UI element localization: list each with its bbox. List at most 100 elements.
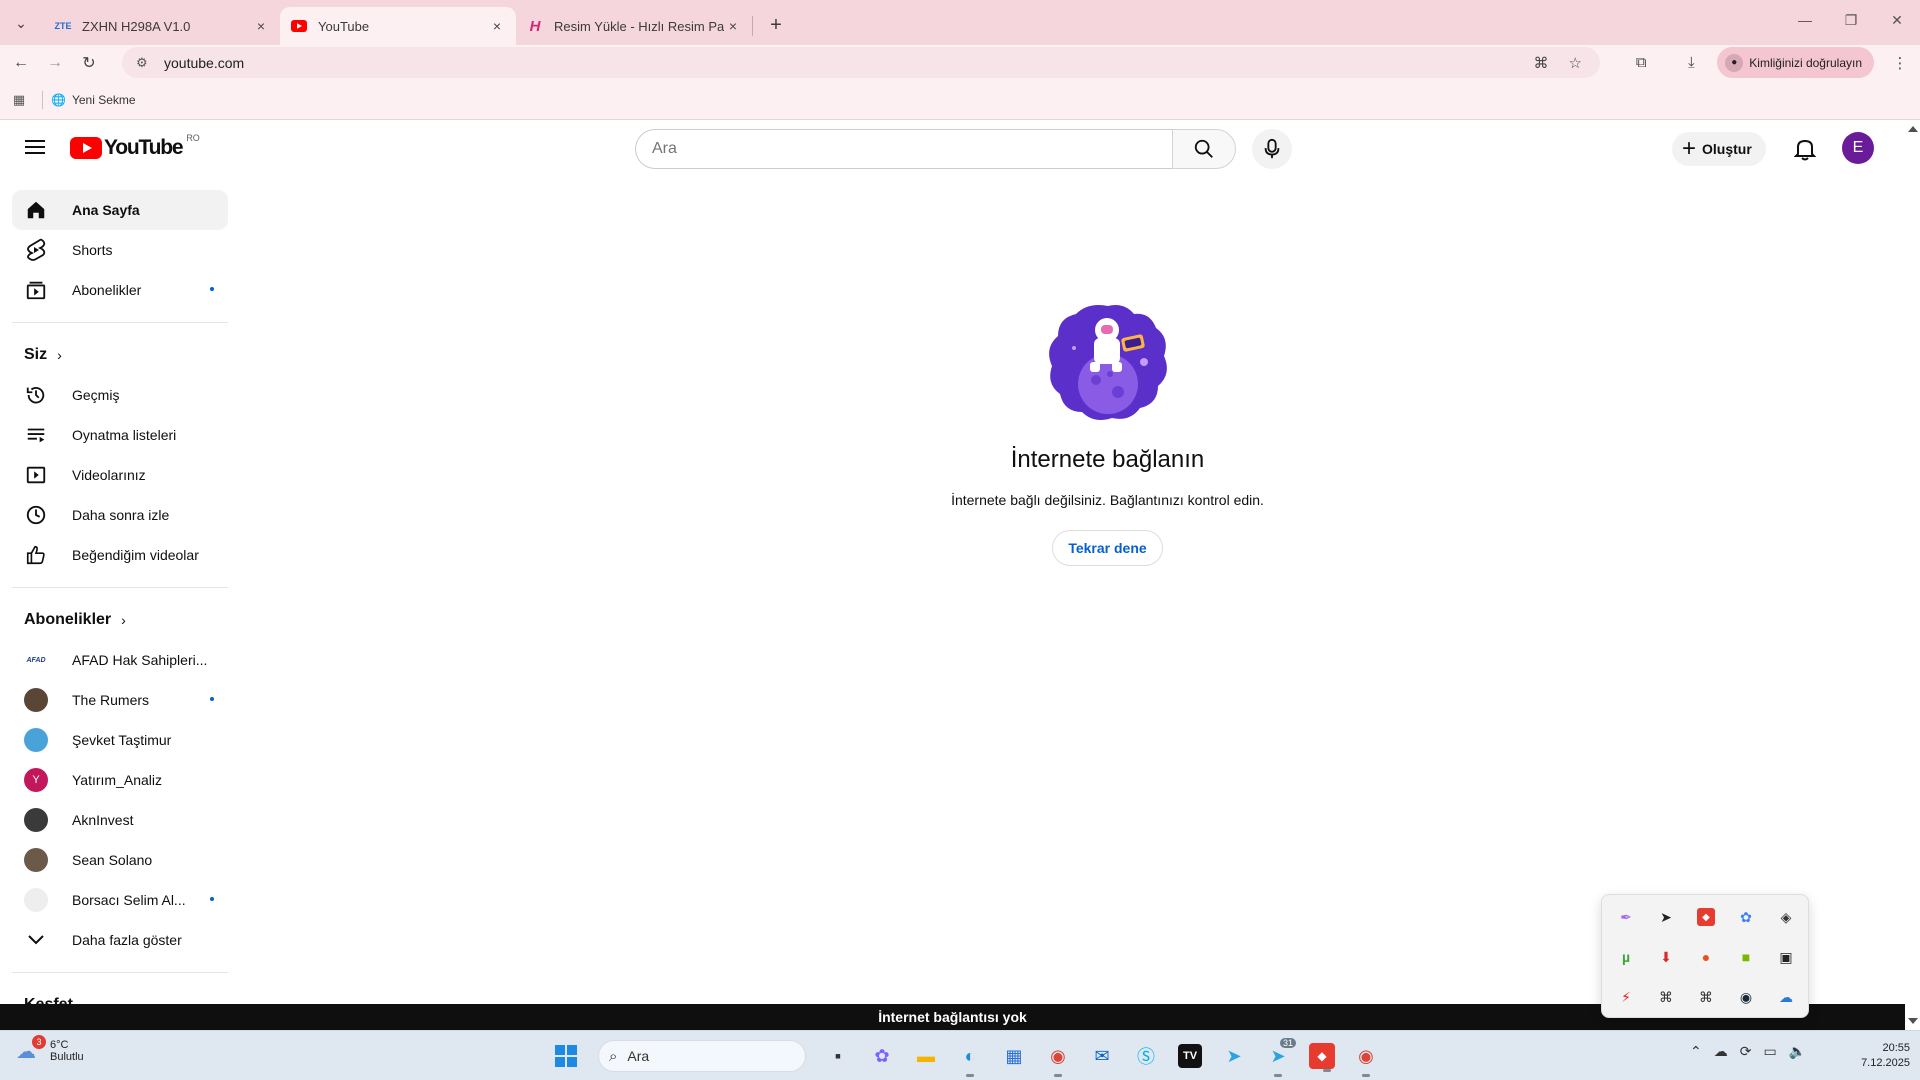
tab-resim-yukle[interactable]: H Resim Yükle - Hızlı Resim Paylaş × <box>516 7 752 45</box>
app-tray-icon-2[interactable]: ⌘ <box>1686 977 1726 1017</box>
close-tab-icon[interactable]: × <box>252 18 270 34</box>
sidebar-channel-borsaci-selim[interactable]: Borsacı Selim Al... <box>12 880 228 920</box>
close-window-icon[interactable]: ✕ <box>1874 0 1920 40</box>
address-bar[interactable]: ⚙ youtube.com ⌘ ☆ <box>122 47 1600 78</box>
translate-icon[interactable]: ⌘ <box>1534 54 1549 72</box>
minimize-icon[interactable]: — <box>1782 0 1828 40</box>
network-tray-icon[interactable]: ◈ <box>1766 897 1806 937</box>
onedrive-icon[interactable]: ☁ <box>1714 1043 1728 1060</box>
extensions-icon[interactable]: ⧉ <box>1621 48 1661 78</box>
scroll-up-icon[interactable] <box>1908 126 1918 132</box>
sidebar-heading-you[interactable]: Siz › <box>12 335 228 375</box>
youtube-favicon-icon <box>290 17 308 35</box>
ea-tray-icon[interactable]: ● <box>1686 937 1726 977</box>
voice-search-button[interactable] <box>1252 129 1292 169</box>
sync-icon[interactable]: ⟳ <box>1740 1043 1752 1060</box>
sidebar-item-label: Shorts <box>72 242 113 258</box>
download-manager-tray-icon[interactable]: ⬇ <box>1646 937 1686 977</box>
tab-search-button[interactable]: ⌄ <box>6 8 36 38</box>
sidebar-channel-sevket[interactable]: Şevket Taştimur <box>12 720 228 760</box>
sidebar-item-history[interactable]: Geçmiş <box>12 375 228 415</box>
reload-icon[interactable]: ↻ <box>72 48 106 78</box>
account-avatar[interactable]: E <box>1842 132 1874 164</box>
edge-icon[interactable]: ◐ <box>952 1038 988 1077</box>
bookmark-star-icon[interactable]: ☆ <box>1569 54 1582 72</box>
steam-tray-icon[interactable]: ◉ <box>1726 977 1766 1017</box>
sidebar-item-playlists[interactable]: Oynatma listeleri <box>12 415 228 455</box>
telegram-icon[interactable]: ➤ <box>1216 1038 1252 1074</box>
sidebar-channel-yatirim[interactable]: Y Yatırım_Analiz <box>12 760 228 800</box>
site-settings-icon[interactable]: ⚙ <box>136 55 152 71</box>
outlook-icon[interactable]: ✉ <box>1084 1038 1120 1074</box>
bookmark-new-tab[interactable]: 🌐 Yeni Sekme <box>51 93 136 107</box>
pen-app-icon[interactable]: ✒ <box>1606 897 1646 937</box>
taskbar-search[interactable]: ⌕ Ara <box>598 1040 806 1072</box>
task-view-icon[interactable]: ▪ <box>820 1038 856 1074</box>
sidebar-heading-subscriptions[interactable]: Abonelikler › <box>12 600 228 640</box>
profile-button[interactable]: ● Kimliğinizi doğrulayın <box>1717 47 1874 78</box>
chrome-menu-icon[interactable]: ⋮ <box>1880 48 1920 78</box>
volume-icon[interactable]: 🔈 <box>1789 1043 1806 1060</box>
tab-title: YouTube <box>318 18 370 34</box>
sidebar-channel-sean-solano[interactable]: Sean Solano <box>12 840 228 880</box>
sidebar-item-subscriptions[interactable]: Abonelikler <box>12 270 228 310</box>
new-tab-button[interactable]: + <box>761 10 791 40</box>
anydesk-icon[interactable]: ◆ <box>1309 1043 1335 1072</box>
window-controls: — ❐ ✕ <box>1782 0 1920 40</box>
skype-icon[interactable]: Ⓢ <box>1128 1038 1164 1074</box>
sidebar-item-home[interactable]: Ana Sayfa <box>12 190 228 230</box>
sidebar-item-your-videos[interactable]: Videolarınız <box>12 455 228 495</box>
tab-title: ZXHN H298A V1.0 <box>82 18 191 34</box>
back-icon[interactable]: ← <box>4 48 38 78</box>
notifications-button[interactable] <box>1788 132 1822 166</box>
utorrent-tray-icon[interactable]: µ <box>1606 937 1646 977</box>
sidebar-channel-the-rumers[interactable]: The Rumers <box>12 680 228 720</box>
restore-icon[interactable]: ❐ <box>1828 0 1874 40</box>
chrome-profile-icon[interactable]: ◉ <box>1348 1038 1384 1077</box>
search-input[interactable] <box>635 129 1172 169</box>
create-button[interactable]: + Oluştur <box>1672 132 1766 166</box>
flash-tray-icon[interactable]: ⚡ <box>1606 977 1646 1017</box>
channel-name: Borsacı Selim Al... <box>72 892 186 908</box>
close-tab-icon[interactable]: × <box>488 18 506 34</box>
network-icon[interactable]: ▭ <box>1763 1043 1776 1060</box>
scroll-down-icon[interactable] <box>1908 1018 1918 1024</box>
copilot-tray-icon[interactable]: ✿ <box>1726 897 1766 937</box>
anydesk-tray-icon[interactable]: ◆ <box>1697 908 1715 926</box>
windows-start-icon[interactable] <box>548 1038 584 1074</box>
file-explorer-icon[interactable]: ▬ <box>908 1038 944 1074</box>
tradingview-icon[interactable]: TV <box>1178 1044 1202 1068</box>
system-clock[interactable]: 20:55 7.12.2025 <box>1861 1041 1910 1071</box>
sidebar-item-liked[interactable]: Beğendiğim videolar <box>12 535 228 575</box>
microsoft-store-icon[interactable]: ▦ <box>996 1038 1032 1074</box>
weather-widget[interactable]: ☁ 3 6°C Bulutlu <box>16 1035 84 1063</box>
app-tray-icon-1[interactable]: ⌘ <box>1646 977 1686 1017</box>
sidebar-channel-akninvest[interactable]: AknInvest <box>12 800 228 840</box>
download-icon[interactable]: ⤓ <box>1671 48 1711 78</box>
tab-router[interactable]: ZTE ZXHN H298A V1.0 × <box>44 7 280 45</box>
tray-overflow-chevron-icon[interactable]: ⌃ <box>1690 1043 1702 1060</box>
sidebar-item-watch-later[interactable]: Daha sonra izle <box>12 495 228 535</box>
watch-later-icon <box>24 503 48 527</box>
telegram-badge-icon[interactable]: ➤ 31 <box>1260 1038 1296 1077</box>
menu-icon[interactable] <box>20 136 50 160</box>
close-tab-icon[interactable]: × <box>724 18 742 34</box>
apps-grid-icon[interactable]: ▦ <box>0 92 38 108</box>
onedrive-warning-tray-icon[interactable]: ☁ <box>1766 977 1806 1017</box>
page-scrollbar[interactable] <box>1905 120 1920 1030</box>
telegram-tray-icon[interactable]: ➤ <box>1646 897 1686 937</box>
epic-games-tray-icon[interactable]: ▣ <box>1766 937 1806 977</box>
channel-avatar <box>24 688 48 712</box>
sidebar-item-shorts[interactable]: Shorts <box>12 230 228 270</box>
search-button[interactable] <box>1172 129 1236 169</box>
sidebar-channel-afad[interactable]: AFAD AFAD Hak Sahipleri... <box>12 640 228 680</box>
sidebar-show-more[interactable]: Daha fazla göster <box>12 920 228 960</box>
chrome-icon[interactable]: ◉ <box>1040 1038 1076 1077</box>
tab-youtube[interactable]: YouTube × <box>280 7 516 45</box>
forward-icon[interactable]: → <box>38 48 72 78</box>
nvidia-tray-icon[interactable]: ■ <box>1726 937 1766 977</box>
retry-button[interactable]: Tekrar dene <box>1052 530 1163 566</box>
channel-avatar-slot: AFAD <box>24 648 48 672</box>
copilot-icon[interactable]: ✿ <box>864 1038 900 1074</box>
youtube-logo[interactable]: YouTube RO <box>70 133 200 160</box>
